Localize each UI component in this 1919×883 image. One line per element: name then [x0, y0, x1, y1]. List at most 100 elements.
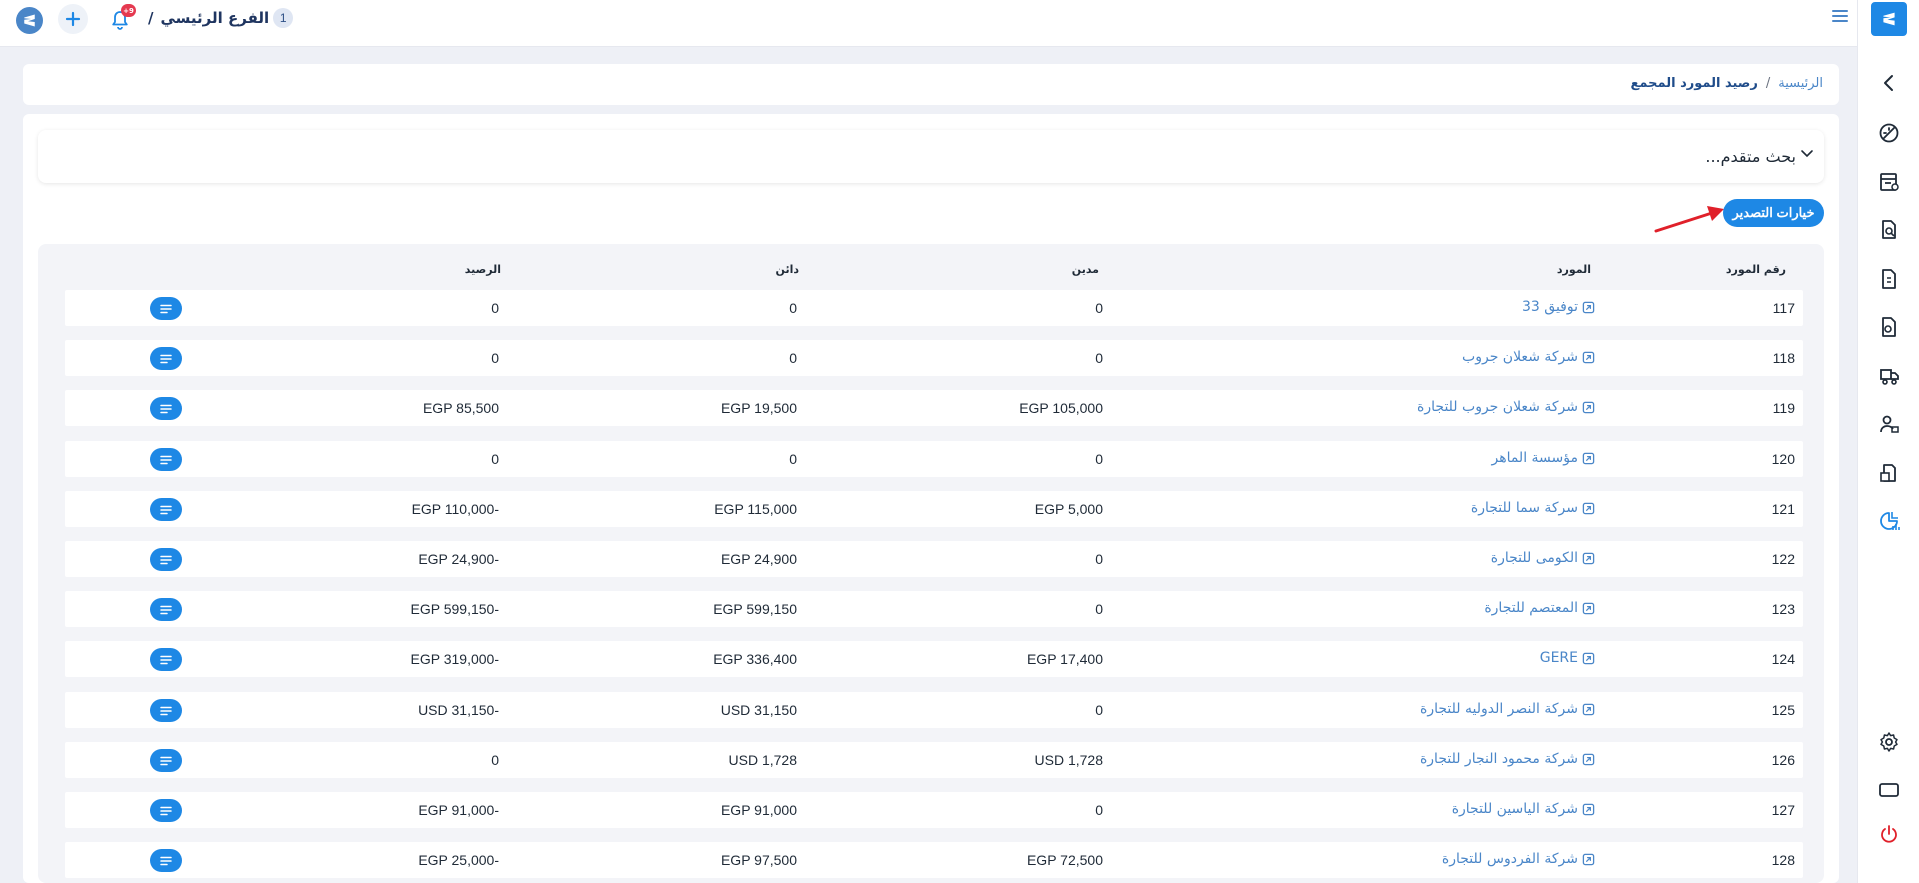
supplier-link[interactable]: شركة النصر الدوليه للتجارة	[1420, 701, 1595, 717]
open-link-icon	[1582, 401, 1595, 413]
row-details-button[interactable]	[150, 548, 182, 571]
annotation-arrow-icon	[1654, 206, 1724, 233]
settings-gear-icon[interactable]	[1877, 730, 1901, 754]
credit-cell: USD 31,150	[720, 702, 797, 718]
supplier-link[interactable]: المعتصم للتجارة	[1484, 600, 1595, 616]
row-details-button[interactable]	[150, 347, 182, 370]
open-link-icon	[1582, 351, 1595, 363]
row-details-button[interactable]	[150, 297, 182, 320]
row-details-button[interactable]	[150, 699, 182, 722]
details-lines-icon	[160, 555, 172, 564]
menu-toggle-icon[interactable]	[1832, 10, 1848, 24]
notifications-button[interactable]: +9	[105, 4, 136, 35]
branch-name: الفرع الرئيسي	[160, 9, 270, 27]
credit-cell: 0	[789, 451, 797, 467]
row-details-button[interactable]	[150, 849, 182, 872]
details-lines-icon	[160, 505, 172, 514]
invoice-icon[interactable]	[1877, 267, 1901, 291]
open-link-icon	[1582, 552, 1595, 564]
supplier-link[interactable]: شركة الفردوس للتجارة	[1442, 851, 1595, 867]
credit-cell: EGP 115,000	[714, 501, 797, 517]
power-logout-icon[interactable]	[1877, 822, 1901, 846]
purchase-document-icon[interactable]	[1877, 315, 1901, 339]
dashboard-gauge-icon[interactable]	[1877, 121, 1901, 145]
supplier-link[interactable]: الكومى للتجارة	[1491, 550, 1595, 566]
open-link-icon	[1582, 803, 1595, 815]
open-link-icon	[1582, 753, 1595, 765]
reports-chart-icon[interactable]	[1877, 509, 1901, 533]
chevron-down-icon	[1801, 150, 1813, 158]
collapse-chevron-icon[interactable]	[1877, 71, 1901, 95]
details-lines-icon	[160, 605, 172, 614]
open-link-icon	[1582, 703, 1595, 715]
row-details-button[interactable]	[150, 749, 182, 772]
row-details-button[interactable]	[150, 799, 182, 822]
row-details-button[interactable]	[150, 448, 182, 471]
supplier-number-cell: 117	[1772, 300, 1795, 316]
supplier-link[interactable]: شركة محمود النجار للتجارة	[1420, 751, 1595, 767]
credit-cell: EGP 19,500	[720, 400, 797, 416]
delivery-truck-icon[interactable]	[1877, 364, 1901, 388]
balance-cell: EGP 599,150-	[410, 601, 499, 617]
column-header-credit: دائن	[775, 263, 799, 276]
supplier-name: شركة محمود النجار للتجارة	[1419, 751, 1578, 767]
row-details-button[interactable]	[150, 598, 182, 621]
row-details-button[interactable]	[150, 498, 182, 521]
supplier-link[interactable]: شركة الياسين للتجارة	[1452, 801, 1595, 817]
table-row: 124 GERE EGP 17,400 EGP 336,400 EGP 319,000-	[65, 641, 1803, 677]
column-header-balance: الرصيد	[464, 263, 501, 276]
top-bar: +9 1 الفرع الرئيسي /	[0, 0, 1857, 47]
debit-cell: 0	[1095, 551, 1103, 567]
table-row: 122 الكومى للتجارة 0 EGP 24,900 EGP 24,900-	[65, 541, 1803, 577]
debit-cell: 0	[1095, 802, 1103, 818]
advanced-search-label: بحث متقدم...	[1705, 147, 1796, 166]
debit-cell: EGP 17,400	[1026, 651, 1103, 667]
table-row: 119 شركة شعلان جروب للتجارة EGP 105,000 EGP…	[65, 390, 1803, 426]
branch-number: 1	[273, 8, 294, 28]
supplier-link[interactable]: مؤسسة الماهر	[1491, 450, 1595, 466]
supplier-number-cell: 121	[1771, 501, 1795, 517]
advanced-search-toggle[interactable]: بحث متقدم...	[38, 130, 1824, 183]
supplier-name: توفيق 33	[1522, 299, 1578, 315]
supplier-name: شركة شعلان جروب للتجارة	[1417, 399, 1578, 415]
credit-cell: EGP 24,900	[720, 551, 797, 567]
supplier-name: المعتصم للتجارة	[1484, 600, 1578, 616]
suppliers-users-icon[interactable]	[1877, 412, 1901, 436]
export-options-button[interactable]: خيارات التصدير	[1723, 199, 1824, 227]
details-lines-icon	[160, 354, 172, 363]
app-logo-icon[interactable]	[16, 7, 43, 34]
supplier-number-cell: 128	[1771, 852, 1795, 868]
table-row: 118 شركة شعلان جروب 0 0 0	[65, 340, 1803, 376]
branch-separator: /	[148, 9, 154, 27]
balance-cell: EGP 91,000-	[418, 802, 499, 818]
credit-cell: USD 1,728	[728, 752, 797, 768]
debit-cell: USD 1,728	[1034, 752, 1103, 768]
supplier-link[interactable]: شركة شعلان جروب للتجارة	[1417, 399, 1595, 415]
add-button[interactable]	[58, 4, 88, 34]
breadcrumb-current-page: رصيد المورد المجمع	[1630, 76, 1758, 91]
screen-icon[interactable]	[1877, 778, 1901, 802]
supplier-name: شركة شعلان جروب	[1462, 349, 1578, 365]
balance-cell: 0	[491, 300, 499, 316]
search-document-icon[interactable]	[1877, 218, 1901, 242]
store-icon[interactable]	[1877, 170, 1901, 194]
inventory-boxes-icon[interactable]	[1877, 461, 1901, 485]
supplier-link[interactable]: سركة سما للتجارة	[1471, 500, 1595, 516]
balance-cell: EGP 110,000-	[411, 501, 499, 517]
brand-logo-icon[interactable]	[1871, 2, 1907, 36]
open-link-icon	[1582, 502, 1595, 514]
open-link-icon	[1582, 602, 1595, 614]
supplier-link[interactable]: شركة شعلان جروب	[1462, 349, 1595, 365]
plus-icon	[65, 11, 81, 27]
details-lines-icon	[160, 756, 172, 765]
supplier-number-cell: 124	[1771, 651, 1795, 667]
balance-cell: EGP 25,000-	[418, 852, 499, 868]
supplier-link[interactable]: توفيق 33	[1522, 299, 1595, 315]
supplier-name: مؤسسة الماهر	[1491, 450, 1578, 466]
breadcrumb-home-link[interactable]: الرئيسية	[1778, 76, 1823, 91]
row-details-button[interactable]	[150, 648, 182, 671]
supplier-number-cell: 125	[1771, 702, 1795, 718]
supplier-link[interactable]: GERE	[1540, 650, 1595, 666]
branch-selector[interactable]: 1 الفرع الرئيسي /	[148, 7, 294, 29]
row-details-button[interactable]	[150, 397, 182, 420]
